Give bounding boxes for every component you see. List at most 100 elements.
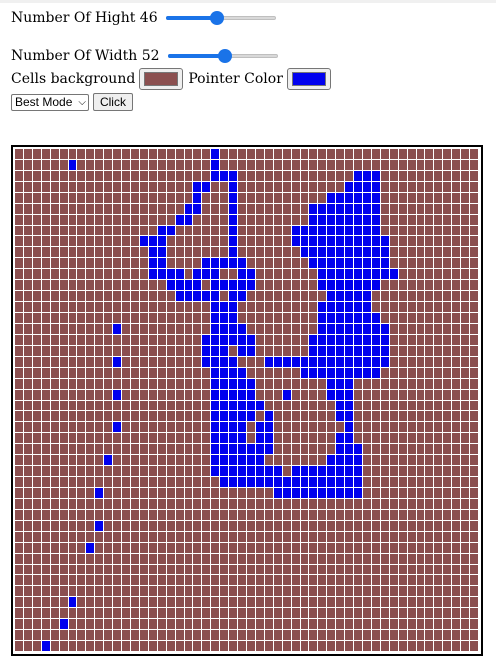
grid-cell-painted[interactable] (327, 488, 335, 498)
grid-cell[interactable] (202, 422, 210, 432)
grid-cell[interactable] (60, 477, 68, 487)
grid-cell[interactable] (149, 280, 157, 290)
grid-cell[interactable] (95, 247, 103, 257)
grid-cell-painted[interactable] (220, 357, 228, 367)
grid-cell[interactable] (86, 390, 94, 400)
grid-cell[interactable] (149, 368, 157, 378)
grid-cell[interactable] (211, 226, 219, 235)
grid-cell[interactable] (24, 444, 32, 454)
grid-cell[interactable] (265, 324, 273, 334)
grid-cell[interactable] (256, 565, 264, 574)
grid-cell-painted[interactable] (318, 226, 326, 235)
grid-cell-painted[interactable] (247, 346, 255, 356)
grid-cell[interactable] (256, 379, 264, 389)
grid-cell[interactable] (256, 291, 264, 301)
grid-cell[interactable] (408, 182, 416, 192)
grid-cell[interactable] (345, 149, 353, 159)
grid-cell[interactable] (69, 204, 76, 214)
grid-cell[interactable] (77, 226, 85, 235)
grid-cell[interactable] (461, 368, 469, 378)
grid-cell[interactable] (86, 466, 94, 476)
grid-cell[interactable] (51, 477, 59, 487)
grid-cell-painted[interactable] (336, 411, 344, 421)
grid-cell[interactable] (434, 313, 442, 323)
grid-cell[interactable] (202, 586, 210, 596)
grid-cell[interactable] (417, 368, 424, 378)
grid-cell[interactable] (399, 641, 407, 651)
grid-cell[interactable] (309, 510, 317, 520)
grid-cell[interactable] (247, 182, 255, 192)
grid-cell[interactable] (176, 302, 184, 312)
grid-cell[interactable] (443, 171, 451, 181)
grid-cell[interactable] (425, 543, 433, 553)
grid-cell[interactable] (15, 302, 23, 312)
grid-cell[interactable] (301, 269, 308, 279)
grid-cell[interactable] (318, 532, 326, 542)
grid-cell[interactable] (95, 313, 103, 323)
grid-cell[interactable] (95, 455, 103, 465)
grid-cell[interactable] (33, 236, 41, 246)
grid-cell[interactable] (95, 368, 103, 378)
grid-cell[interactable] (434, 247, 442, 257)
grid-cell[interactable] (336, 619, 344, 629)
grid-cell[interactable] (122, 444, 130, 454)
grid-cell[interactable] (167, 171, 175, 181)
grid-cell[interactable] (104, 193, 112, 203)
grid-cell-painted[interactable] (336, 269, 344, 279)
grid-cell[interactable] (265, 269, 273, 279)
grid-cell[interactable] (113, 379, 121, 389)
grid-cell[interactable] (461, 532, 469, 542)
grid-cell[interactable] (318, 565, 326, 574)
grid-cell[interactable] (238, 499, 246, 509)
grid-cell-painted[interactable] (229, 302, 237, 312)
grid-cell[interactable] (193, 488, 201, 498)
grid-cell[interactable] (122, 357, 130, 367)
grid-cell[interactable] (381, 444, 389, 454)
grid-cell[interactable] (425, 575, 433, 585)
grid-cell-painted[interactable] (265, 422, 273, 432)
grid-cell[interactable] (24, 543, 32, 553)
grid-cell-painted[interactable] (327, 390, 335, 400)
grid-cell[interactable] (417, 390, 424, 400)
grid-cell[interactable] (301, 543, 308, 553)
grid-cell[interactable] (443, 488, 451, 498)
grid-cell[interactable] (354, 575, 362, 585)
grid-cell[interactable] (113, 499, 121, 509)
grid-cell[interactable] (122, 510, 130, 520)
grid-cell[interactable] (318, 160, 326, 170)
grid-cell[interactable] (140, 291, 148, 301)
grid-cell-painted[interactable] (345, 444, 353, 454)
grid-cell[interactable] (51, 204, 59, 214)
grid-cell-painted[interactable] (318, 302, 326, 312)
grid-cell[interactable] (309, 565, 317, 574)
grid-cell[interactable] (283, 466, 291, 476)
grid-cell[interactable] (408, 258, 416, 268)
grid-cell[interactable] (336, 149, 344, 159)
grid-cell[interactable] (131, 247, 139, 257)
grid-cell[interactable] (238, 204, 246, 214)
grid-cell-painted[interactable] (113, 390, 121, 400)
grid-cell-painted[interactable] (345, 357, 353, 367)
grid-cell-painted[interactable] (292, 488, 300, 498)
grid-cell[interactable] (220, 619, 228, 629)
grid-cell[interactable] (345, 510, 353, 520)
grid-cell[interactable] (113, 193, 121, 203)
grid-cell[interactable] (417, 630, 424, 640)
grid-cell[interactable] (167, 390, 175, 400)
grid-cell[interactable] (51, 466, 59, 476)
grid-cell[interactable] (417, 586, 424, 596)
grid-cell[interactable] (15, 641, 23, 651)
grid-cell-painted[interactable] (167, 269, 175, 279)
grid-cell[interactable] (15, 488, 23, 498)
grid-cell[interactable] (461, 247, 469, 257)
grid-cell-painted[interactable] (202, 291, 210, 301)
grid-cell[interactable] (113, 641, 121, 651)
grid-cell[interactable] (60, 554, 68, 564)
grid-cell[interactable] (372, 433, 380, 443)
grid-cell[interactable] (247, 499, 255, 509)
grid-cell[interactable] (15, 586, 23, 596)
grid-cell[interactable] (15, 258, 23, 268)
grid-cell[interactable] (292, 510, 300, 520)
grid-cell[interactable] (60, 149, 68, 159)
grid-cell[interactable] (158, 455, 166, 465)
